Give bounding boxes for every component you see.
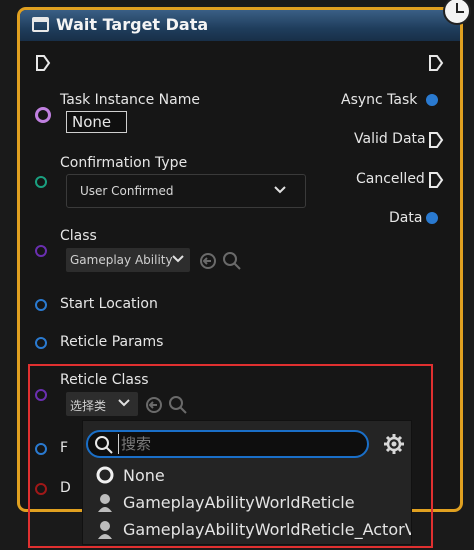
node-header[interactable]: Wait Target Data xyxy=(20,10,460,41)
valid-data-label: Valid Data xyxy=(354,131,426,147)
valid-data-exec-pin-icon[interactable] xyxy=(428,131,444,149)
reticle-params-pin[interactable] xyxy=(35,337,47,349)
confirmation-type-label: Confirmation Type xyxy=(60,155,188,171)
chevron-down-icon xyxy=(172,255,184,263)
cancelled-exec-pin-icon[interactable] xyxy=(428,171,444,189)
use-selected-icon[interactable] xyxy=(199,252,217,270)
class-picker-value: Gameplay Ability xyxy=(70,253,173,267)
data-pin[interactable] xyxy=(426,212,438,224)
class-picker-combo[interactable]: Gameplay Ability xyxy=(66,248,190,272)
async-task-pin[interactable] xyxy=(426,94,438,106)
start-location-label: Start Location xyxy=(60,296,158,312)
task-instance-name-input[interactable]: None xyxy=(66,111,127,133)
async-task-label: Async Task xyxy=(341,92,418,108)
start-location-pin[interactable] xyxy=(35,299,47,311)
exec-input-pin-icon[interactable] xyxy=(35,54,51,72)
confirmation-type-value: User Confirmed xyxy=(80,184,174,198)
chevron-down-icon xyxy=(274,186,286,194)
latent-clock-icon xyxy=(443,0,471,25)
task-instance-name-label: Task Instance Name xyxy=(60,92,200,108)
cancelled-label: Cancelled xyxy=(356,171,425,187)
class-pin[interactable] xyxy=(35,245,47,257)
exec-output-pin-icon[interactable] xyxy=(428,54,444,72)
function-icon xyxy=(32,17,49,32)
node-title: Wait Target Data xyxy=(56,15,209,34)
task-instance-name-pin[interactable] xyxy=(35,107,51,123)
highlight-box xyxy=(28,364,433,548)
browse-search-icon[interactable] xyxy=(222,251,242,271)
class-label: Class xyxy=(60,228,97,244)
reticle-params-label: Reticle Params xyxy=(60,334,164,350)
confirmation-type-dropdown[interactable]: User Confirmed xyxy=(66,174,306,208)
data-label: Data xyxy=(389,210,423,226)
confirmation-type-pin[interactable] xyxy=(35,176,47,188)
